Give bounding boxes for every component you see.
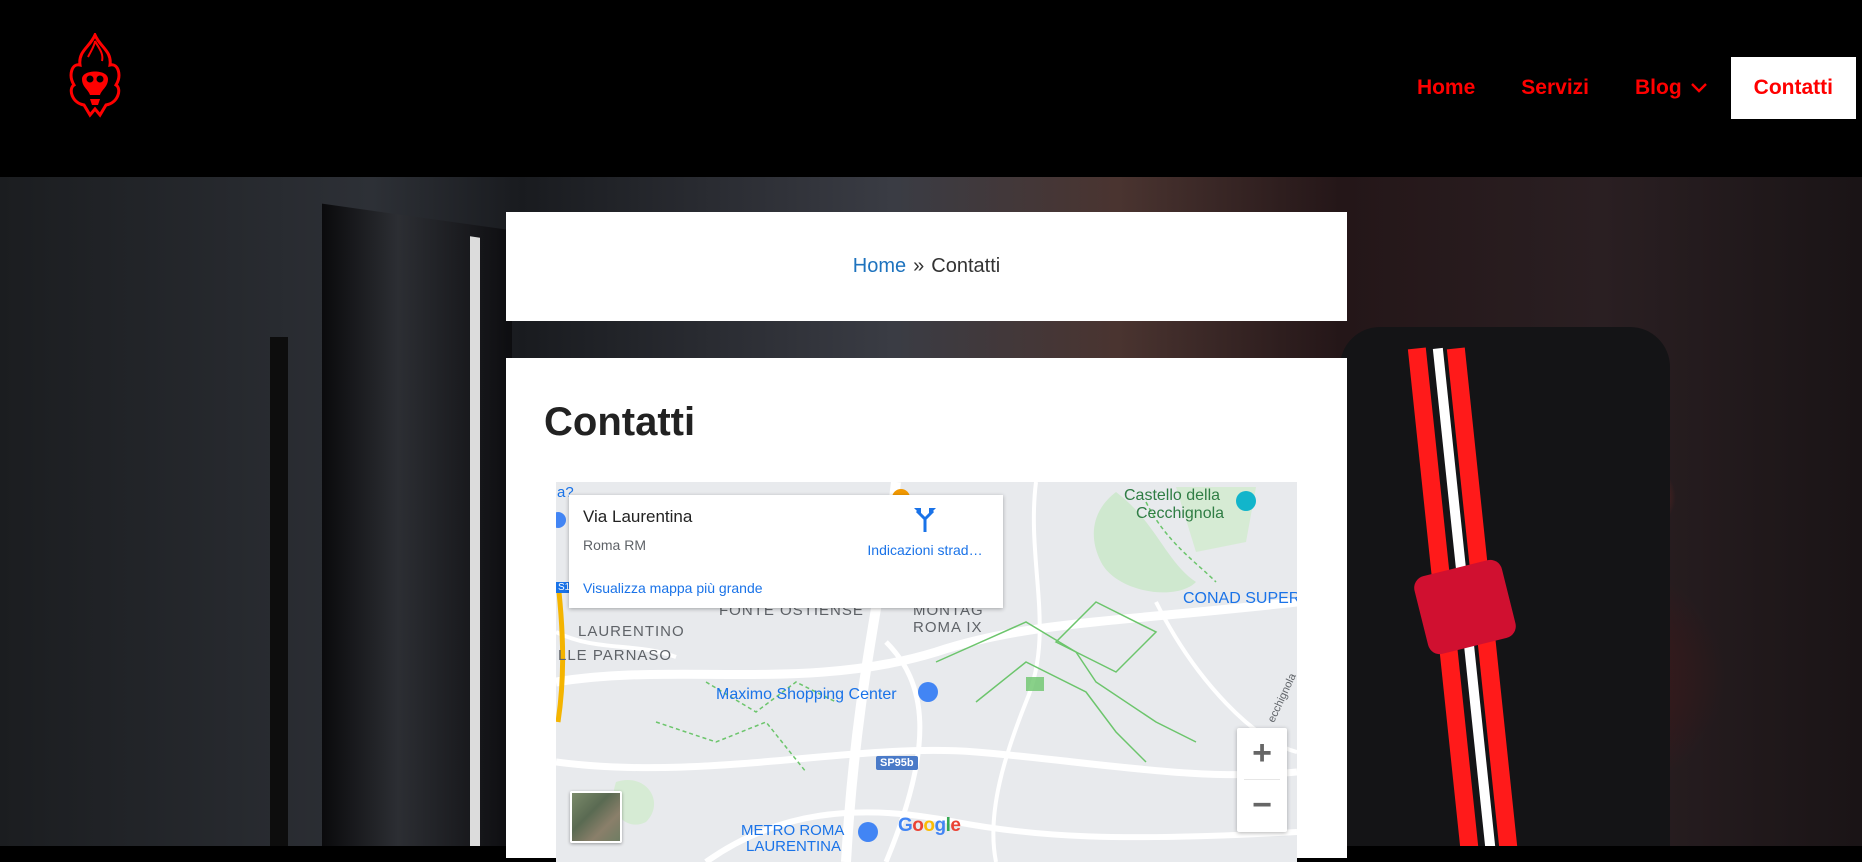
map-place-title: Via Laurentina xyxy=(583,507,693,526)
map-label-cecchignola: Cecchignola xyxy=(1136,505,1225,522)
nav-home-label: Home xyxy=(1416,76,1476,99)
nav-servizi-label: Servizi xyxy=(1521,76,1590,99)
map-place-address: Roma RM xyxy=(583,537,647,553)
nav-blog-label: Blog xyxy=(1635,76,1682,99)
map-label-metro: METRO ROMA xyxy=(741,822,845,839)
breadcrumb: Home » Contatti xyxy=(506,212,1347,321)
directions-button[interactable]: Indicazioni strad… xyxy=(855,505,995,558)
map-zoom-controls: + − xyxy=(1237,728,1287,832)
nav-blog[interactable]: Blog xyxy=(1612,57,1731,119)
map-info-window: Via Laurentina Roma RM Visualizza mappa … xyxy=(569,495,1003,608)
breadcrumb-separator: » xyxy=(913,255,925,277)
map-label-metro-2: LAURENTINA xyxy=(746,838,842,855)
road-shield-sp95b: SP95b xyxy=(876,756,918,770)
monitor-shape xyxy=(322,203,512,846)
map-label-parnaso: LLE PARNASO xyxy=(558,647,673,664)
flame-skull-logo-icon[interactable] xyxy=(60,31,130,118)
map-label-roma-ix: ROMA IX xyxy=(913,619,983,636)
view-larger-map-link[interactable]: Visualizza mappa più grande xyxy=(583,580,763,596)
zoom-out-button[interactable]: − xyxy=(1237,780,1287,831)
content-card: Contatti Castello della Cecchignola CONA… xyxy=(506,358,1347,862)
main-nav: Home Servizi Blog Contatti xyxy=(1394,57,1856,119)
site-header: Home Servizi Blog Contatti xyxy=(0,0,1862,177)
zoom-in-button[interactable]: + xyxy=(1237,728,1287,779)
map-label-castello: Castello della xyxy=(1124,487,1221,504)
nav-contatti[interactable]: Contatti xyxy=(1730,57,1856,119)
map-label-maximo: Maximo Shopping Center xyxy=(716,686,897,703)
map-label-conad: CONAD SUPER xyxy=(1183,590,1297,607)
google-logo: Google xyxy=(898,815,961,836)
embedded-map[interactable]: Castello della Cecchignola CONAD SUPER F… xyxy=(556,482,1297,862)
monitor-edge xyxy=(470,236,480,846)
directions-label: Indicazioni strad… xyxy=(867,542,983,558)
nav-servizi[interactable]: Servizi xyxy=(1498,57,1612,119)
chevron-down-icon xyxy=(1690,83,1707,93)
satellite-toggle-thumbnail[interactable] xyxy=(570,791,622,843)
breadcrumb-home-link[interactable]: Home xyxy=(853,255,906,278)
page-title: Contatti xyxy=(544,400,696,444)
nav-contatti-label: Contatti xyxy=(1753,76,1833,99)
nav-home[interactable]: Home xyxy=(1394,57,1498,119)
breadcrumb-current: Contatti xyxy=(931,255,1001,277)
directions-icon xyxy=(914,508,936,532)
map-label-laurentino: LAURENTINO xyxy=(578,623,685,640)
mic-stand xyxy=(270,337,288,846)
